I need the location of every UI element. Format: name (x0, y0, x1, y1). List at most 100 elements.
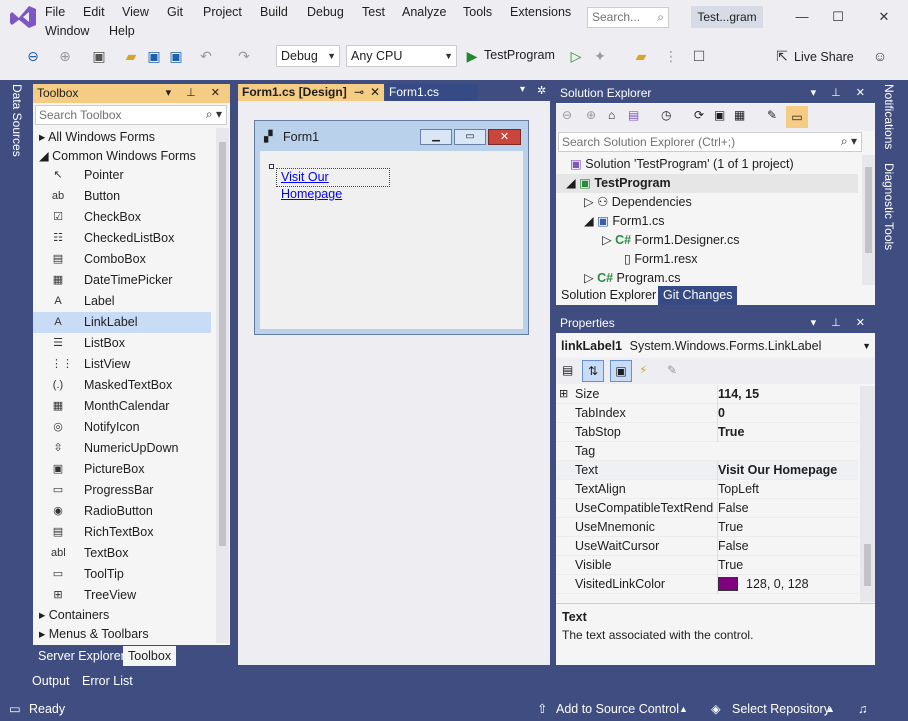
solution-search-input[interactable]: Search Solution Explorer (Ctrl+;) ⌕ ▾ (558, 132, 862, 152)
redo-icon[interactable]: ↷ (235, 47, 253, 65)
server-explorer-tab[interactable]: Server Explorer (33, 646, 130, 666)
output-tab[interactable]: Output (27, 671, 75, 691)
property-value[interactable]: Visit Our Homepage (717, 461, 858, 480)
pin-icon[interactable]: ⊸ (354, 84, 364, 101)
toolbox-item-datetimepicker[interactable]: ▦ DateTimePicker (33, 270, 211, 291)
git-changes-tab[interactable]: Git Changes (658, 286, 738, 305)
minimize-icon[interactable]: — (784, 5, 820, 29)
forward-icon[interactable]: ⊕ (586, 108, 596, 122)
toolbox-item-pointer[interactable]: ↖ Pointer (33, 165, 211, 186)
property-row-size[interactable]: ⊞ Size 114, 15 (556, 385, 858, 404)
toolbox-item-checkedlistbox[interactable]: ☷ CheckedListBox (33, 228, 211, 249)
tree-node-form1-resx[interactable]: ▯ Form1.resx (624, 250, 698, 269)
close-icon[interactable]: ✕ (370, 84, 380, 101)
menu-tools[interactable]: Tools (461, 2, 494, 22)
toolbox-item-tooltip[interactable]: ▭ ToolTip (33, 564, 211, 585)
collapse-all-icon[interactable]: ▣ (714, 108, 725, 122)
toolbox-tab[interactable]: Toolbox (123, 646, 177, 666)
repository-icon[interactable]: ◈ (711, 697, 721, 721)
property-value[interactable]: 128, 0, 128 (717, 575, 858, 594)
property-value[interactable]: False (717, 499, 858, 518)
property-row-usemnemonic[interactable]: UseMnemonic True (556, 518, 858, 537)
select-repository[interactable]: Select Repository (732, 697, 830, 721)
search-input[interactable]: Search... ⌕ (587, 7, 669, 28)
live-share-icon[interactable]: ⇱ (773, 47, 791, 65)
scroll-thumb[interactable] (864, 544, 871, 586)
preview-icon[interactable]: ▭ (786, 106, 808, 128)
data-sources-tab[interactable]: Data Sources (10, 84, 24, 157)
configuration-select[interactable]: Debug ▼ (276, 45, 340, 67)
start-without-debug-icon[interactable]: ▷ (567, 47, 585, 65)
property-value[interactable]: 0 (717, 404, 858, 423)
property-row-textalign[interactable]: TextAlign TopLeft (556, 480, 858, 499)
feedback-icon[interactable]: ☺ (871, 47, 889, 65)
maximize-icon[interactable]: ☐ (820, 5, 856, 29)
toolbox-item-checkbox[interactable]: ☑ CheckBox (33, 207, 211, 228)
menu-view[interactable]: View (120, 2, 151, 22)
properties-view-icon[interactable]: ▣ (610, 360, 632, 382)
property-row-tag[interactable]: Tag (556, 442, 858, 461)
toolbox-scrollbar[interactable] (216, 128, 229, 643)
menu-project[interactable]: Project (201, 2, 244, 22)
scroll-thumb[interactable] (865, 167, 872, 253)
categorized-icon[interactable]: ▤ (562, 363, 573, 377)
toolbox-item-monthcalendar[interactable]: ▦ MonthCalendar (33, 396, 211, 417)
error-list-tab[interactable]: Error List (77, 671, 138, 691)
notifications-bell-icon[interactable]: ♫ (858, 697, 867, 721)
source-control-icon[interactable]: ⇧ (537, 697, 547, 721)
gear-icon[interactable]: ✲ (537, 84, 546, 97)
pending-changes-icon[interactable]: ◷ (661, 108, 671, 122)
tree-node-program[interactable]: ▷ C# Program.cs (584, 269, 680, 286)
menu-extensions[interactable]: Extensions (508, 2, 573, 22)
bookmark-icon[interactable]: ☐ (690, 47, 708, 65)
scroll-thumb[interactable] (219, 142, 226, 546)
close-icon[interactable]: ✕ (866, 5, 902, 29)
menu-debug[interactable]: Debug (305, 2, 346, 22)
properties-icon[interactable]: ✎ (767, 108, 777, 122)
tree-node-solution[interactable]: ▣ Solution 'TestProgram' (1 of 1 project… (570, 155, 794, 174)
toolbox-item-listview[interactable]: ⋮⋮ ListView (33, 354, 211, 375)
toolbox-item-listbox[interactable]: ☰ ListBox (33, 333, 211, 354)
events-icon[interactable]: ⚡ (639, 363, 647, 377)
home-icon[interactable]: ⌂ (608, 108, 615, 122)
platform-select[interactable]: Any CPU ▼ (346, 45, 457, 67)
toolbox-group-all[interactable]: ▸ All Windows Forms (39, 128, 155, 147)
property-row-visitedlinkcolor[interactable]: VisitedLinkColor 128, 0, 128 (556, 575, 858, 594)
panel-options-icon[interactable]: ▾ ⊥ ✕ (811, 84, 871, 103)
selection-handle[interactable] (269, 164, 274, 169)
undo-icon[interactable]: ↶ (197, 47, 215, 65)
property-value[interactable]: 114, 15 (717, 385, 858, 404)
run-target-label[interactable]: TestProgram (484, 48, 555, 62)
property-row-tabstop[interactable]: TabStop True (556, 423, 858, 442)
property-value[interactable]: TopLeft (717, 480, 858, 499)
forward-icon[interactable]: ⊕ (56, 47, 74, 65)
save-all-icon[interactable]: ▣ (167, 47, 185, 65)
live-share-label[interactable]: Live Share (794, 50, 854, 64)
toolbox-item-textbox[interactable]: abl TextBox (33, 543, 211, 564)
menu-test[interactable]: Test (360, 2, 387, 22)
alphabetical-icon[interactable]: ⇅ (582, 360, 604, 382)
toolbox-item-label[interactable]: A Label (33, 291, 211, 312)
panel-options-icon[interactable]: ▾ ⊥ ✕ (166, 84, 226, 103)
open-folder-icon[interactable]: ▰ (122, 47, 140, 65)
chevron-up-icon[interactable]: ▲ (679, 697, 688, 721)
toolbox-item-treeview[interactable]: ⊞ TreeView (33, 585, 211, 606)
property-value[interactable]: True (717, 423, 858, 442)
back-icon[interactable]: ⊖ (24, 47, 42, 65)
tree-node-dependencies[interactable]: ▷ ⚇ Dependencies (584, 193, 692, 212)
form-preview[interactable]: ▞ Form1 ▁ ▭ ✕ Visit Our Homepage (254, 120, 529, 335)
show-all-files-icon[interactable]: ▦ (734, 108, 745, 122)
diagnostic-tools-tab[interactable]: Diagnostic Tools (882, 163, 896, 250)
toolbox-item-linklabel[interactable]: A LinkLabel (33, 312, 211, 333)
menu-git[interactable]: Git (165, 2, 185, 22)
toolbox-group-menus[interactable]: ▸ Menus & Toolbars (39, 625, 149, 644)
toolbox-item-progressbar[interactable]: ▭ ProgressBar (33, 480, 211, 501)
toolbox-item-numericupdown[interactable]: ⇳ NumericUpDown (33, 438, 211, 459)
toolbox-group-common[interactable]: ◢ Common Windows Forms (39, 147, 196, 166)
tree-node-form1-designer[interactable]: ▷ C# Form1.Designer.cs (602, 231, 739, 250)
menu-edit[interactable]: Edit (81, 2, 107, 22)
tree-node-project[interactable]: ◢ ▣ TestProgram (556, 174, 858, 193)
switch-views-icon[interactable]: ▤ (628, 108, 639, 122)
menu-file[interactable]: File (43, 2, 67, 22)
property-row-usewaitcursor[interactable]: UseWaitCursor False (556, 537, 858, 556)
